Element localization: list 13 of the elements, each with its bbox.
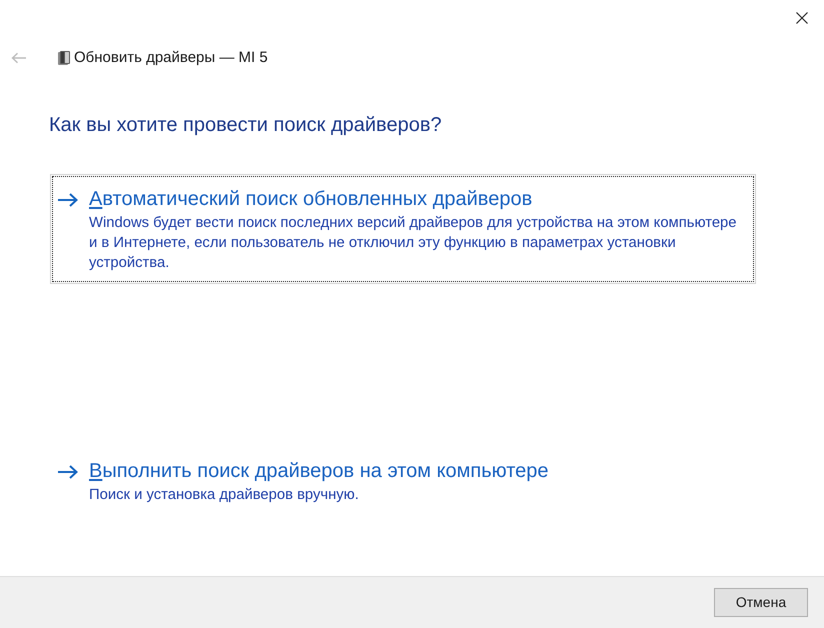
option-title: Выполнить поиск драйверов на этом компьютере: [89, 459, 549, 484]
arrow-icon: [58, 465, 78, 479]
search-option[interactable]: [50, 174, 756, 284]
device-icon: [57, 50, 71, 66]
window-title: Обновить драйверы — MI 5: [74, 48, 268, 68]
close-icon: [796, 12, 808, 24]
option-description: Поиск и установка драйверов вручную.: [89, 486, 360, 505]
arrow-icon: [58, 193, 78, 207]
cancel-button[interactable]: Отмена: [714, 588, 808, 617]
option-title: Автоматический поиск обновленных драйверов: [89, 187, 532, 212]
back-arrow-icon: [11, 52, 27, 64]
page-heading: Как вы хотите провести поиск драйверов?: [49, 113, 442, 138]
option-description: Windows будет вести поиск последних версий драйверов для устройства на этом компьютере и в Интернете, если пользователь не отключил эту функцию в параметрах установки устройства.: [89, 214, 738, 273]
